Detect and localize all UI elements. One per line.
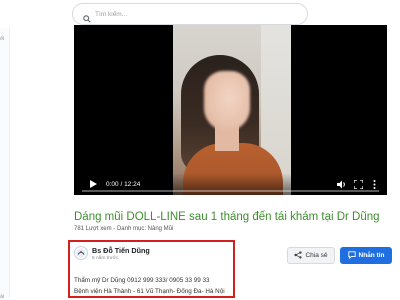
volume-icon[interactable] xyxy=(337,179,347,189)
video-subject-face-blurred xyxy=(204,71,250,131)
left-sidebar-edge: ối ài xyxy=(0,28,10,300)
share-label: Chia sẻ xyxy=(305,252,328,259)
more-options-icon[interactable] xyxy=(369,179,379,189)
video-frame xyxy=(173,25,291,195)
description-line-2: Bệnh viện Hà Thành - 61 Vũ Thạnh- Đống Đ… xyxy=(74,288,225,295)
share-button[interactable]: Chia sẻ xyxy=(287,247,335,264)
post-meta: 781 Lượt xem - Danh mục: Nâng Mũi xyxy=(74,226,174,232)
message-icon xyxy=(347,250,356,261)
description-line-1: Thẩm mỹ Dr Dũng 0912 999 333/ 0905 33 99… xyxy=(74,277,210,284)
video-player[interactable]: 0:00 / 12:24 xyxy=(74,25,387,195)
search-icon xyxy=(83,10,91,23)
sidebar-fragment-2: ài xyxy=(0,294,5,300)
author-info-box: Bs Đỗ Tiến Dũng 5 năm trước Thẩm mỹ Dr D… xyxy=(68,240,235,298)
video-time: 0:00 / 12:24 xyxy=(106,180,141,188)
search-input[interactable] xyxy=(95,10,295,18)
sidebar-fragment-1: ối xyxy=(0,36,5,42)
message-label: Nhắn tin xyxy=(358,252,385,259)
play-icon[interactable] xyxy=(88,179,98,189)
post-title: Dáng mũi DOLL-LINE sau 1 tháng đến tái k… xyxy=(74,211,380,223)
fullscreen-icon[interactable] xyxy=(353,179,363,189)
author-name[interactable]: Bs Đỗ Tiến Dũng xyxy=(92,246,150,255)
post-time: 5 năm trước xyxy=(92,256,119,261)
video-controls: 0:00 / 12:24 xyxy=(74,173,387,195)
video-progress-bar[interactable] xyxy=(82,190,379,192)
search-bar[interactable] xyxy=(72,3,308,25)
avatar[interactable] xyxy=(74,246,88,260)
share-icon xyxy=(294,250,303,261)
message-button[interactable]: Nhắn tin xyxy=(340,247,392,264)
